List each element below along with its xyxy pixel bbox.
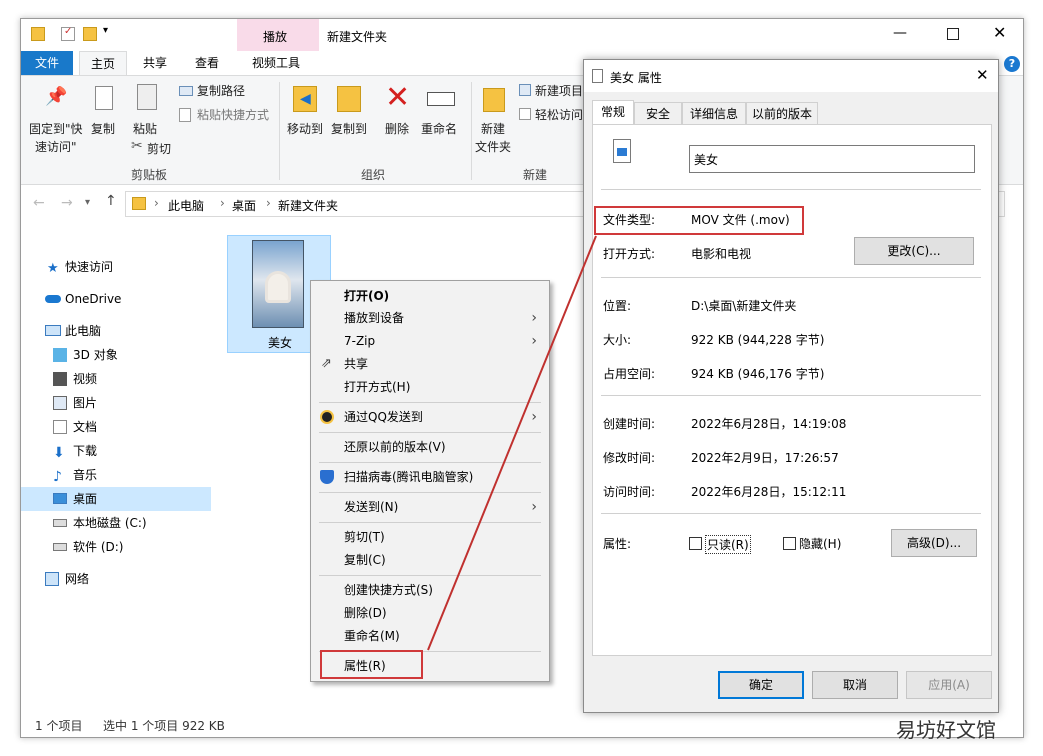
watermark-text: 易坊好文馆 [896, 718, 996, 742]
connector-line [427, 235, 597, 651]
annotation-line [427, 235, 597, 651]
